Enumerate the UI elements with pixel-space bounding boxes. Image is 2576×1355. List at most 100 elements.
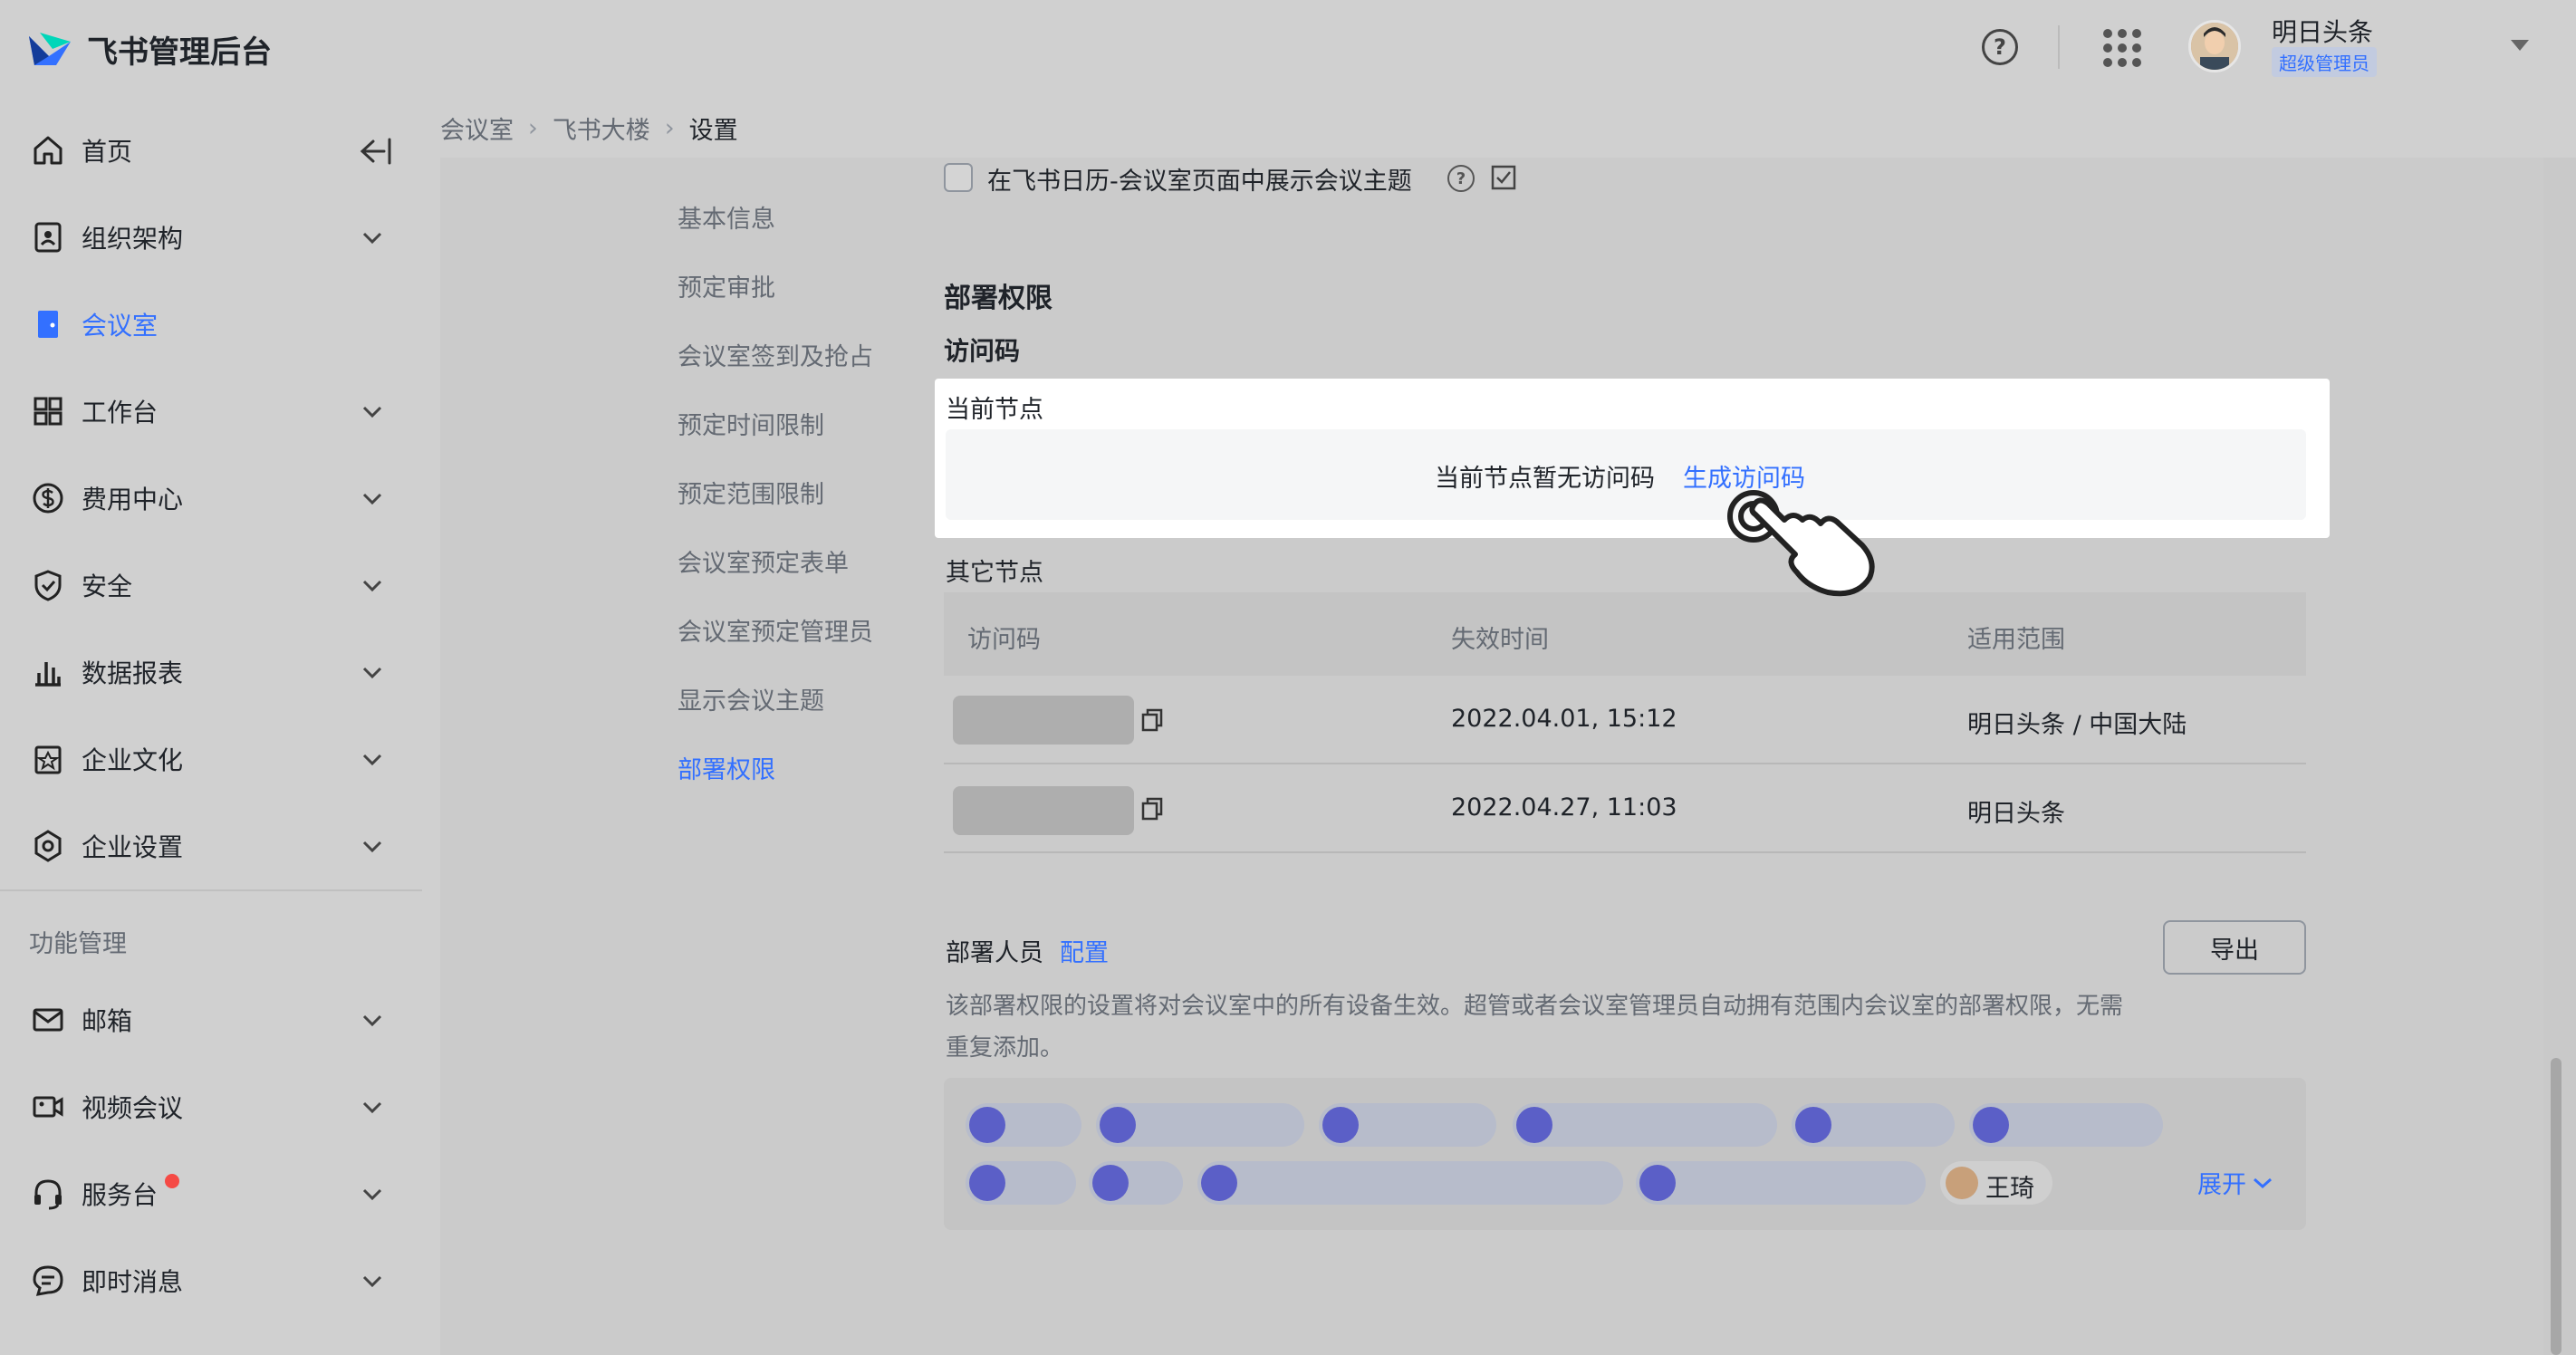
copy-icon[interactable] bbox=[1139, 706, 1165, 734]
department-icon bbox=[1322, 1107, 1359, 1143]
sidebar-item[interactable]: 数据报表 bbox=[0, 636, 422, 708]
help-icon[interactable]: ? bbox=[1982, 29, 2018, 65]
feishu-logo-icon bbox=[29, 32, 71, 65]
sidebar-item-label: 会议室 bbox=[82, 311, 159, 341]
sidebar-item[interactable]: 工作台 bbox=[0, 375, 422, 447]
sidebar-item[interactable]: 视频会议 bbox=[0, 1071, 422, 1143]
chevron-down-icon[interactable] bbox=[360, 1095, 384, 1119]
chevron-down-icon[interactable] bbox=[360, 399, 384, 423]
chevron-down-icon[interactable] bbox=[360, 573, 384, 597]
chevron-down-icon[interactable] bbox=[360, 1182, 384, 1206]
settings-subnav-item[interactable]: 预定时间限制 bbox=[678, 406, 824, 441]
chevron-down-icon[interactable] bbox=[360, 1008, 384, 1032]
question-circle-icon[interactable]: ? bbox=[1447, 165, 1475, 192]
sidebar-item-label: 邮箱 bbox=[82, 1006, 133, 1036]
sidebar-item-label: 即时消息 bbox=[82, 1267, 184, 1297]
expand-link[interactable]: 展开 bbox=[2197, 1165, 2273, 1200]
department-tag bbox=[966, 1161, 1076, 1205]
chevron-down-icon[interactable] bbox=[360, 1269, 384, 1293]
header-divider bbox=[2058, 25, 2060, 69]
culture-icon bbox=[34, 745, 62, 774]
scrollbar-thumb[interactable] bbox=[2551, 1058, 2562, 1355]
department-icon bbox=[969, 1107, 1005, 1143]
breadcrumb-item-rooms[interactable]: 会议室 bbox=[440, 111, 514, 146]
caret-down-icon[interactable] bbox=[2511, 40, 2529, 51]
chat-icon bbox=[33, 1265, 63, 1296]
user-avatar[interactable] bbox=[2188, 20, 2241, 72]
sidebar-item[interactable]: 服务台 bbox=[0, 1158, 422, 1230]
chevron-down-icon[interactable] bbox=[360, 226, 384, 249]
brand[interactable]: 飞书管理后台 bbox=[25, 27, 272, 72]
user-avatar-small bbox=[1946, 1167, 1978, 1199]
sidebar-divider bbox=[0, 889, 422, 891]
settings-subnav-item[interactable]: 会议室预定管理员 bbox=[678, 612, 873, 648]
sidebar-item[interactable]: 企业设置 bbox=[0, 810, 422, 882]
settings-subnav-item[interactable]: 预定范围限制 bbox=[678, 475, 824, 510]
sidebar-item-label: 企业设置 bbox=[82, 832, 184, 862]
chevron-down-icon bbox=[2254, 1177, 2272, 1188]
export-button[interactable]: 导出 bbox=[2163, 920, 2306, 975]
settings-subnav-item[interactable]: 基本信息 bbox=[678, 199, 775, 235]
chevron-down-icon[interactable] bbox=[360, 660, 384, 684]
preview-checkbox-icon[interactable] bbox=[1491, 165, 1516, 190]
department-tag bbox=[1197, 1161, 1623, 1205]
department-icon bbox=[1100, 1107, 1136, 1143]
sidebar-item[interactable]: 首页 bbox=[0, 114, 422, 187]
chevron-down-icon[interactable] bbox=[360, 834, 384, 858]
sidebar-item-label: 费用中心 bbox=[82, 485, 184, 514]
person-face-icon bbox=[2191, 23, 2238, 70]
user-role-badge: 超级管理员 bbox=[2272, 47, 2377, 77]
settings-subnav-item[interactable]: 部署权限 bbox=[678, 750, 775, 785]
show-topic-checkbox[interactable] bbox=[944, 163, 973, 192]
user-tag-name: 王琦 bbox=[1985, 1175, 2034, 1203]
video-icon bbox=[33, 1096, 63, 1118]
settings-subnav-item[interactable]: 预定审批 bbox=[678, 268, 775, 303]
deploy-config-link[interactable]: 配置 bbox=[1060, 933, 1109, 968]
sidebar-item[interactable]: 即时消息 bbox=[0, 1244, 422, 1317]
grid-icon bbox=[34, 397, 62, 426]
chevron-down-icon[interactable] bbox=[360, 486, 384, 510]
sidebar-item[interactable]: 邮箱 bbox=[0, 984, 422, 1056]
settings-subnav-item[interactable]: 会议室预定表单 bbox=[678, 543, 849, 579]
sidebar-item[interactable]: 企业文化 bbox=[0, 723, 422, 795]
user-tag: 王琦 bbox=[1940, 1161, 2052, 1205]
breadcrumb-item-building[interactable]: 飞书大楼 bbox=[553, 111, 650, 146]
sidebar-item[interactable]: 费用中心 bbox=[0, 462, 422, 534]
department-tag bbox=[1792, 1103, 1955, 1147]
chevron-right-icon: › bbox=[528, 114, 538, 142]
door-icon bbox=[38, 311, 58, 338]
sidebar-section-title: 功能管理 bbox=[29, 930, 127, 958]
table-cell-scope: 明日头条 / 中国大陆 bbox=[1967, 711, 2187, 739]
copy-icon[interactable] bbox=[1139, 795, 1165, 822]
sidebar-item[interactable]: 会议室 bbox=[0, 288, 422, 360]
other-nodes-title: 其它节点 bbox=[946, 559, 1043, 587]
department-tag bbox=[966, 1103, 1081, 1147]
chevron-down-icon[interactable] bbox=[360, 747, 384, 771]
column-header-code: 访问码 bbox=[967, 626, 1041, 654]
sidebar-item-label: 组织架构 bbox=[82, 224, 184, 254]
chevron-right-icon: › bbox=[664, 114, 675, 142]
current-node-empty-text: 当前节点暂无访问码 bbox=[1435, 465, 1655, 493]
org-icon bbox=[34, 222, 62, 253]
show-topic-label: 在飞书日历-会议室页面中展示会议主题 bbox=[987, 168, 1412, 196]
notification-dot bbox=[165, 1174, 179, 1188]
sidebar-item-label: 首页 bbox=[82, 137, 133, 167]
shield-icon bbox=[34, 570, 62, 601]
expand-label: 展开 bbox=[2197, 1171, 2246, 1199]
table-cell-scope: 明日头条 bbox=[1967, 800, 2065, 828]
apps-grid-icon[interactable] bbox=[2103, 29, 2141, 67]
settings-subnav-item[interactable]: 会议室签到及抢占 bbox=[678, 337, 873, 372]
bar-chart-icon bbox=[35, 662, 61, 687]
department-icon bbox=[1639, 1165, 1676, 1201]
sidebar-item-label: 工作台 bbox=[82, 398, 159, 428]
settings-subnav-item[interactable]: 显示会议主题 bbox=[678, 681, 824, 716]
personnel-tags-box bbox=[944, 1078, 2306, 1230]
sidebar-item[interactable]: 组织架构 bbox=[0, 201, 422, 274]
sidebar-item[interactable]: 安全 bbox=[0, 549, 422, 621]
row-divider bbox=[944, 851, 2306, 853]
column-header-scope: 适用范围 bbox=[1967, 626, 2065, 654]
masked-access-code bbox=[953, 696, 1134, 745]
table-cell-expire: 2022.04.27, 11:03 bbox=[1451, 793, 1677, 822]
user-name: 明日头条 bbox=[2272, 17, 2374, 47]
table-header bbox=[944, 592, 2306, 676]
